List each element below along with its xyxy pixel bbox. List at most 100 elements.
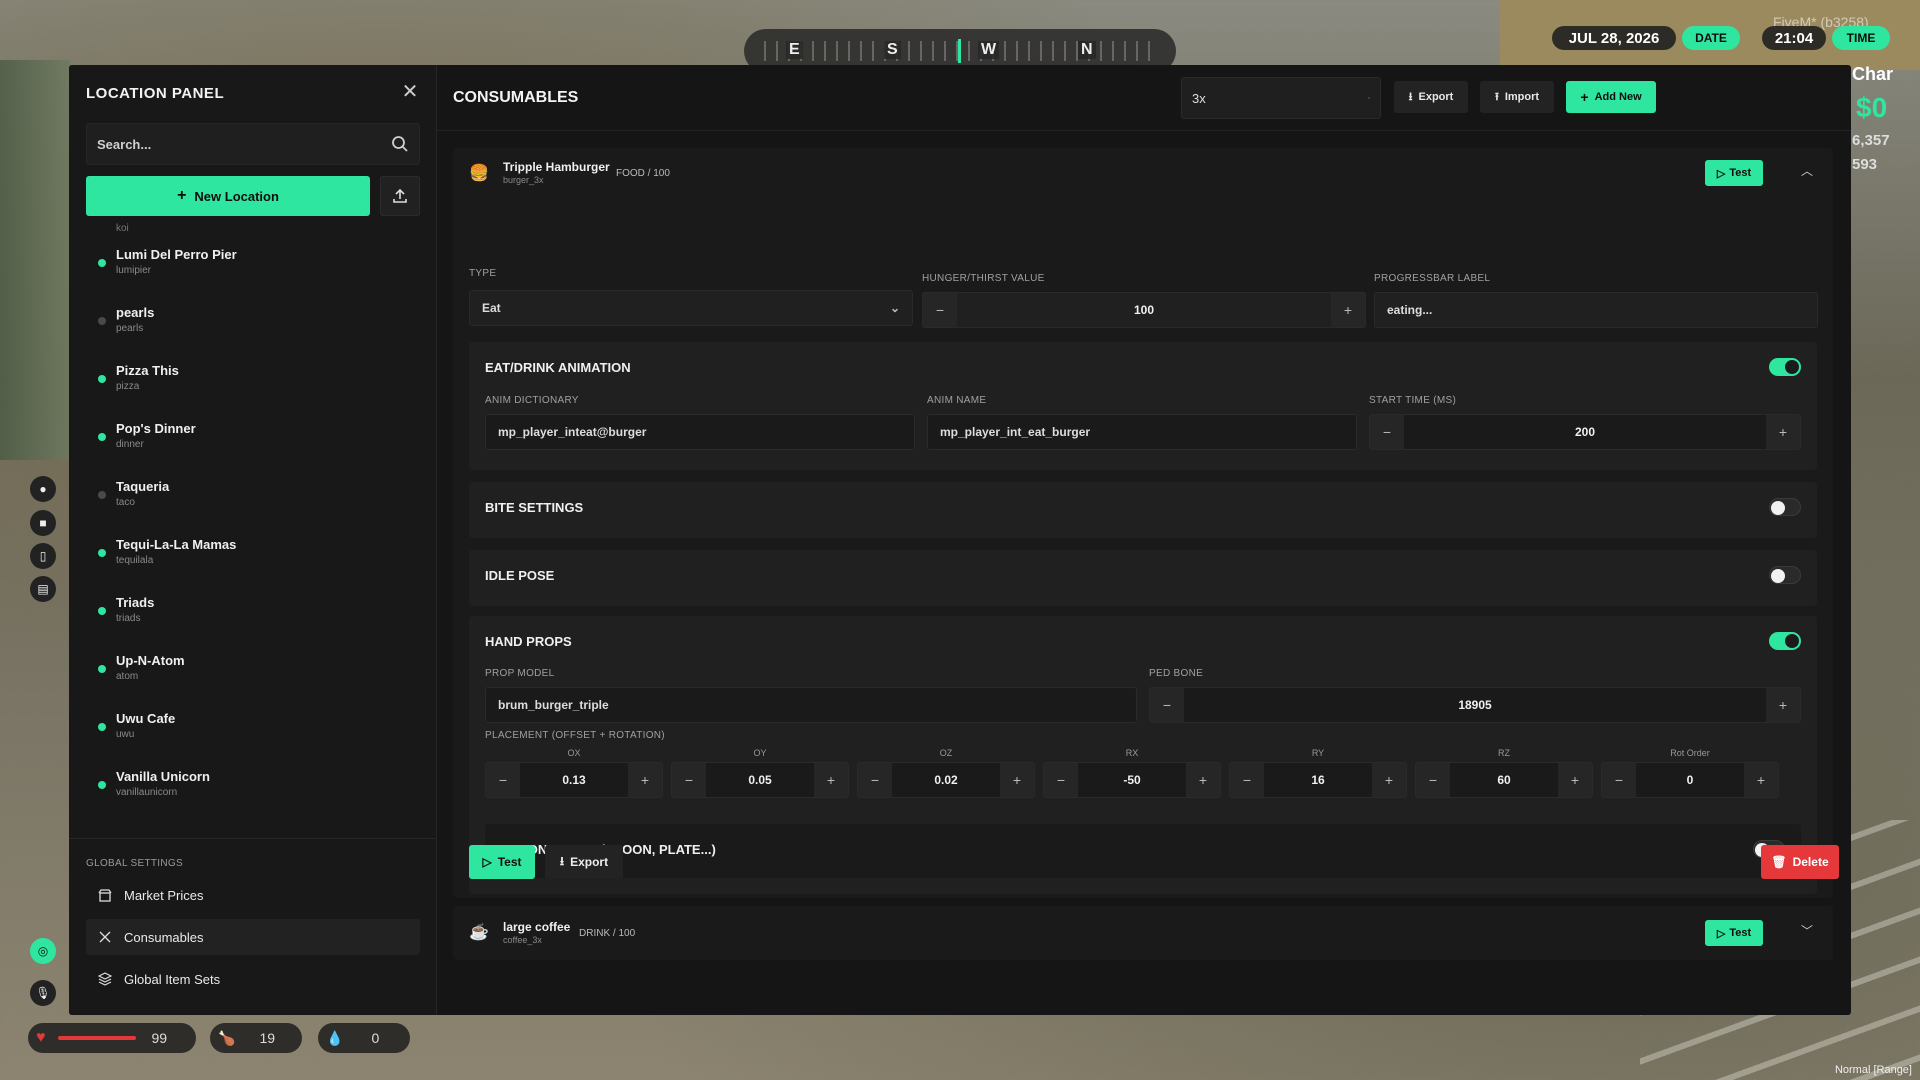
- minus-icon[interactable]: −: [486, 763, 520, 797]
- bite-settings-section: BITE SETTINGS: [469, 482, 1817, 538]
- location-list: koi Lumi Del Perro Pier lumipier pearls pea…: [69, 223, 437, 818]
- placement-stepper[interactable]: − 0.02 +: [857, 762, 1035, 798]
- location-item[interactable]: Lumi Del Perro Pier lumipier: [86, 237, 420, 287]
- consumable-search-input[interactable]: [1181, 77, 1381, 119]
- ped-bone-value: 18905: [1458, 698, 1492, 712]
- start-time-stepper[interactable]: − 200 +: [1369, 414, 1801, 450]
- plus-icon[interactable]: +: [628, 763, 662, 797]
- placement-axis-label: RZ: [1498, 748, 1510, 758]
- minus-icon[interactable]: −: [672, 763, 706, 797]
- progress-label-input[interactable]: eating...: [1374, 292, 1818, 328]
- placement-stepper[interactable]: − 0.05 +: [671, 762, 849, 798]
- bite-settings-toggle[interactable]: [1769, 498, 1801, 516]
- card-header[interactable]: 🍔 Tripple Hamburger burger_3x FOOD / 100…: [453, 148, 1833, 200]
- placement-stepper[interactable]: − 0 +: [1601, 762, 1779, 798]
- location-item[interactable]: Vanilla Unicorn vanillaunicorn: [86, 759, 420, 809]
- status-dot: [98, 665, 106, 673]
- new-location-button[interactable]: + New Location: [86, 176, 370, 216]
- delete-button[interactable]: 🗑 Delete: [1761, 845, 1839, 879]
- minus-icon[interactable]: −: [1230, 763, 1264, 797]
- sidebar-item-consumables[interactable]: Consumables: [86, 919, 420, 955]
- add-new-button[interactable]: + Add New: [1566, 81, 1656, 113]
- coffee-icon: ☕: [469, 924, 489, 941]
- anim-name-input[interactable]: mp_player_int_eat_burger: [927, 414, 1357, 450]
- plus-icon[interactable]: +: [1372, 763, 1406, 797]
- plus-icon[interactable]: +: [1766, 415, 1800, 449]
- location-name: Pizza This: [116, 363, 179, 378]
- plus-icon[interactable]: +: [1331, 293, 1365, 327]
- upload-button[interactable]: [380, 176, 420, 216]
- location-search-input[interactable]: Search...: [86, 123, 420, 165]
- item-id: coffee_3x: [503, 935, 542, 945]
- minus-icon[interactable]: −: [1416, 763, 1450, 797]
- location-item[interactable]: Taqueria taco: [86, 469, 420, 519]
- location-item[interactable]: Up-N-Atom atom: [86, 643, 420, 693]
- minus-icon[interactable]: −: [1044, 763, 1078, 797]
- idle-pose-toggle[interactable]: [1769, 566, 1801, 584]
- idle-pose-section: IDLE POSE: [469, 550, 1817, 606]
- page-title: CONSUMABLES: [453, 89, 579, 106]
- compass-n: N: [1078, 41, 1096, 59]
- location-item[interactable]: Pizza This pizza: [86, 353, 420, 403]
- consumable-card-expanded: 🍔 Tripple Hamburger burger_3x FOOD / 100…: [453, 148, 1833, 898]
- chevron-up-icon[interactable]: ︿: [1799, 162, 1815, 178]
- export-item-button[interactable]: ⭳ Export: [545, 845, 623, 879]
- sidebar-item-label: Market Prices: [124, 887, 204, 903]
- hunger-stepper[interactable]: − 100 +: [922, 292, 1366, 328]
- divider: [437, 130, 1851, 131]
- location-item[interactable]: Uwu Cafe uwu: [86, 701, 420, 751]
- location-item[interactable]: Pop's Dinner dinner: [86, 411, 420, 461]
- ped-bone-stepper[interactable]: − 18905 +: [1149, 687, 1801, 723]
- location-item[interactable]: Triads triads: [86, 585, 420, 635]
- location-item[interactable]: Tequi-La-La Mamas tequilala: [86, 527, 420, 577]
- chevron-down-icon[interactable]: ﹀: [1799, 922, 1815, 938]
- import-button[interactable]: ⭱ Import: [1480, 81, 1554, 113]
- location-name: pearls: [116, 305, 155, 320]
- test-button[interactable]: ▷ Test: [469, 845, 535, 879]
- location-sidebar: LOCATION PANEL ✕ Search... + New Locatio…: [69, 65, 437, 1015]
- status-dot: [98, 491, 106, 499]
- anim-dict-input[interactable]: mp_player_inteat@burger: [485, 414, 915, 450]
- location-item[interactable]: pearls pearls: [86, 295, 420, 345]
- prop-model-input[interactable]: brum_burger_triple: [485, 687, 1137, 723]
- test-button[interactable]: ▷ Test: [1705, 160, 1763, 186]
- placement-stepper[interactable]: − -50 +: [1043, 762, 1221, 798]
- trash-icon: 🗑: [1771, 855, 1787, 869]
- inventory-icon: ■: [30, 510, 56, 536]
- location-id: dinner: [116, 439, 144, 450]
- minus-icon[interactable]: −: [1150, 688, 1184, 722]
- plus-icon[interactable]: +: [1186, 763, 1220, 797]
- placement-stepper[interactable]: − 0.13 +: [485, 762, 663, 798]
- divider: [69, 838, 437, 839]
- placement-stepper[interactable]: − 60 +: [1415, 762, 1593, 798]
- global-settings-title: GLOBAL SETTINGS: [86, 858, 183, 869]
- test-button[interactable]: ▷ Test: [1705, 920, 1763, 946]
- play-icon: ▷: [1716, 927, 1726, 940]
- minus-icon[interactable]: −: [1370, 415, 1404, 449]
- location-id: taco: [116, 497, 135, 508]
- placement-stepper[interactable]: − 16 +: [1229, 762, 1407, 798]
- plus-icon[interactable]: +: [1000, 763, 1034, 797]
- plus-icon[interactable]: +: [814, 763, 848, 797]
- export-button[interactable]: ⭳ Export: [1394, 81, 1468, 113]
- hand-props-toggle[interactable]: [1769, 632, 1801, 650]
- location-id: uwu: [116, 729, 135, 740]
- minus-icon[interactable]: −: [1602, 763, 1636, 797]
- search-field[interactable]: [1192, 90, 1368, 106]
- minus-icon[interactable]: −: [923, 293, 957, 327]
- plus-icon[interactable]: +: [1558, 763, 1592, 797]
- hand-props-section: HAND PROPS PROP MODEL brum_burger_triple…: [469, 616, 1817, 894]
- sidebar-item-market-prices[interactable]: Market Prices: [86, 877, 420, 913]
- plus-icon[interactable]: +: [1766, 688, 1800, 722]
- utensils-icon: [99, 931, 111, 943]
- close-icon[interactable]: ✕: [399, 81, 421, 103]
- type-select[interactable]: Eat ⌄: [469, 290, 913, 326]
- minus-icon[interactable]: −: [858, 763, 892, 797]
- plus-icon[interactable]: +: [1744, 763, 1778, 797]
- char-label: Char: [1852, 64, 1894, 84]
- sidebar-item-global-item-sets[interactable]: Global Item Sets: [86, 961, 420, 997]
- animation-toggle[interactable]: [1769, 358, 1801, 376]
- map-icon: ▤: [30, 576, 56, 602]
- location-name: Taqueria: [116, 479, 170, 494]
- consumable-card-collapsed[interactable]: ☕ large coffee coffee_3x DRINK / 100 ▷ T…: [453, 906, 1833, 960]
